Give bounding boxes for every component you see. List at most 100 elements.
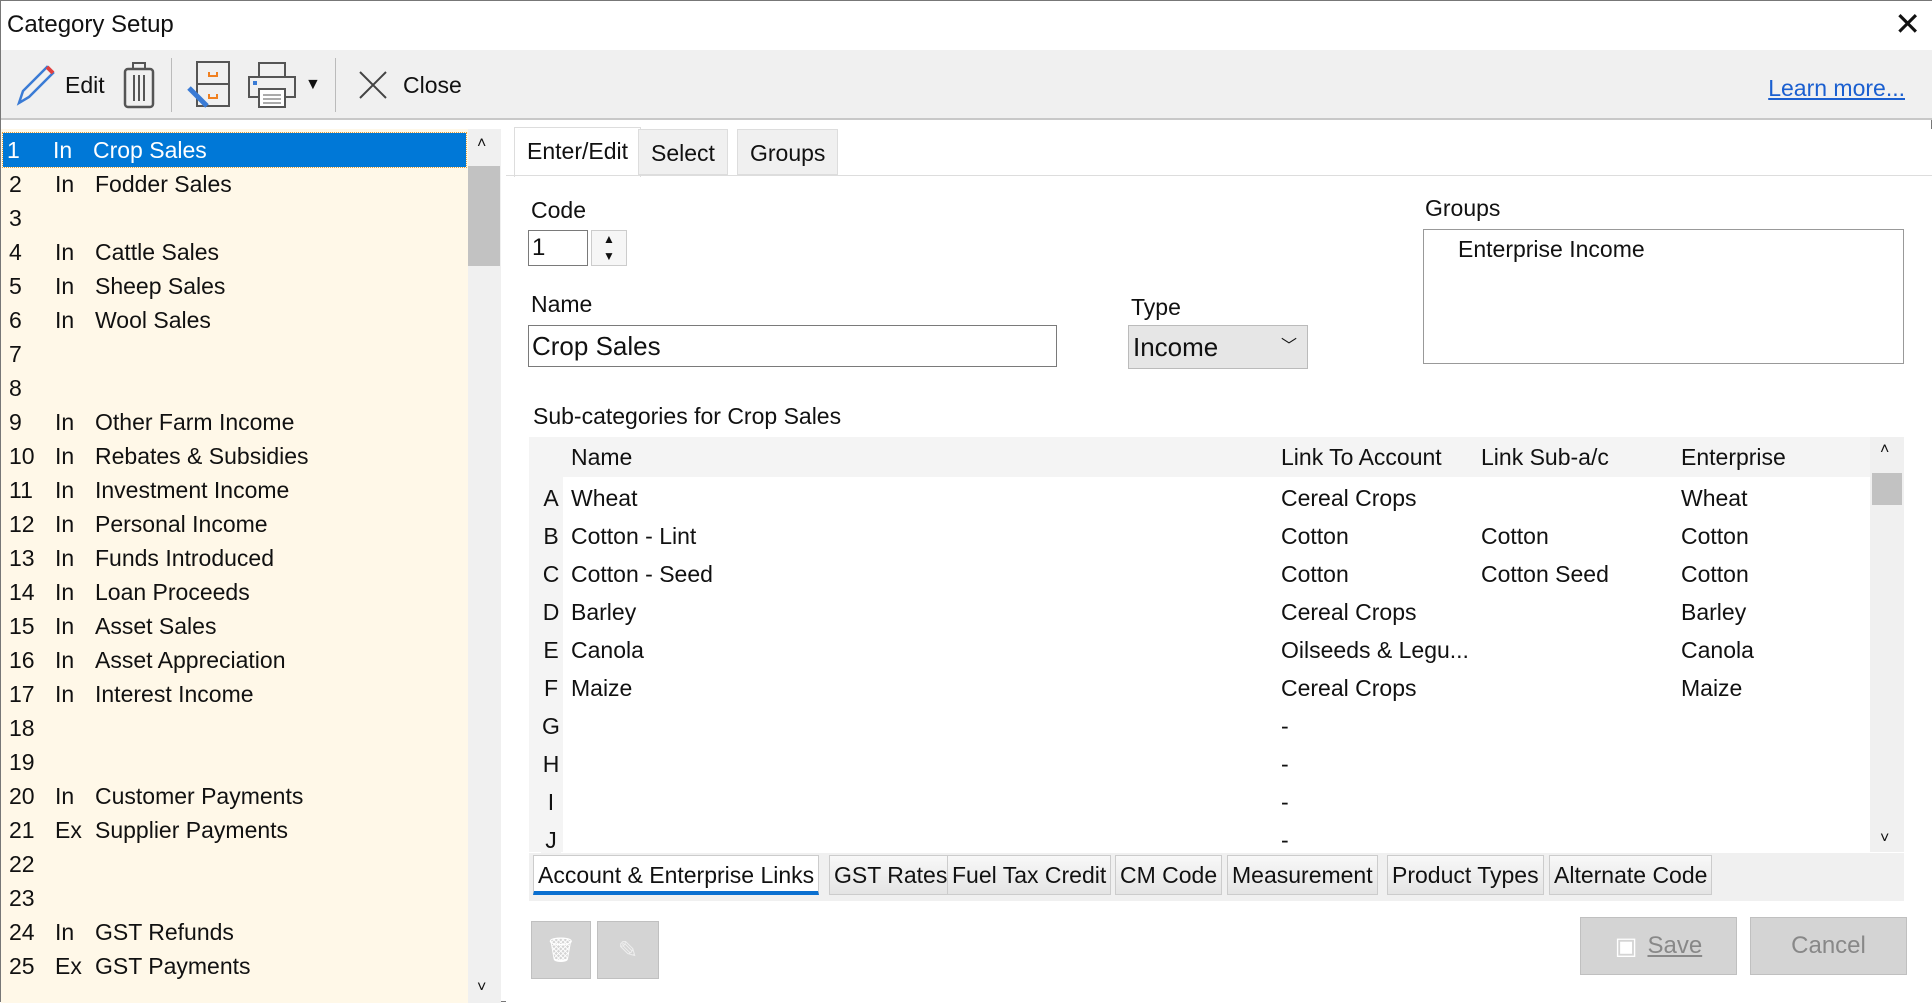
header-name[interactable]: Name — [571, 444, 632, 471]
save-button[interactable]: ▣ Save — [1580, 917, 1737, 975]
tab-select[interactable]: Select — [638, 129, 728, 175]
category-row[interactable]: 23 — [5, 881, 465, 915]
category-row[interactable]: 11 In Investment Income — [5, 473, 465, 507]
category-type: In — [55, 579, 75, 605]
grid-row[interactable]: E Canola Oilseeds & Legu... Canola — [529, 631, 1870, 669]
groups-list[interactable]: Enterprise Income — [1423, 229, 1904, 364]
category-type: In — [55, 239, 75, 265]
category-row[interactable]: 16 In Asset Appreciation — [5, 643, 465, 677]
category-code: 12 — [9, 511, 35, 537]
category-code: 17 — [9, 681, 35, 707]
print-dropdown-icon[interactable]: ▼ — [305, 76, 321, 94]
link-sub: Cotton — [1481, 523, 1549, 549]
category-row[interactable]: 12 In Personal Income — [5, 507, 465, 541]
category-row[interactable]: 5 In Sheep Sales — [5, 269, 465, 303]
learn-more-link[interactable]: Learn more... — [1768, 75, 1905, 102]
tab-groups[interactable]: Groups — [737, 129, 839, 175]
type-select[interactable]: Income ﹀ — [1128, 325, 1308, 369]
edit-button[interactable]: Edit — [13, 50, 105, 120]
category-row[interactable]: 21 Ex Supplier Payments — [5, 813, 465, 847]
sub-name: Canola — [571, 637, 644, 663]
category-row[interactable]: 2 In Fodder Sales — [5, 167, 465, 201]
tab-product-types[interactable]: Product Types — [1387, 855, 1544, 895]
sub-name: Cotton - Lint — [571, 523, 697, 549]
category-row[interactable]: 10 In Rebates & Subsidies — [5, 439, 465, 473]
stepper-down-icon[interactable]: ▼ — [592, 248, 626, 265]
row-letter: C — [541, 555, 561, 593]
grid-row[interactable]: G- — [529, 707, 1870, 745]
header-link-account[interactable]: Link To Account — [1281, 444, 1442, 471]
row-letter: A — [541, 479, 561, 517]
grid-scroll-thumb[interactable] — [1872, 473, 1902, 505]
category-name: Asset Sales — [95, 613, 217, 639]
category-code: 10 — [9, 443, 35, 469]
category-row[interactable]: 8 — [5, 371, 465, 405]
tab-measurement[interactable]: Measurement — [1227, 855, 1378, 895]
edit-row-button[interactable]: ✎ — [597, 921, 659, 979]
category-row[interactable]: 4 In Cattle Sales — [5, 235, 465, 269]
grid-row[interactable]: A Wheat Cereal Crops Wheat — [529, 479, 1870, 517]
trash-icon — [123, 62, 155, 109]
pencil-icon — [16, 65, 55, 106]
category-row[interactable]: 3 — [5, 201, 465, 235]
filing-button[interactable] — [187, 50, 233, 120]
category-row[interactable]: 6 In Wool Sales — [5, 303, 465, 337]
tab-alternate-code[interactable]: Alternate Code — [1549, 855, 1713, 895]
category-row[interactable]: 14 In Loan Proceeds — [5, 575, 465, 609]
grid-row[interactable]: D Barley Cereal Crops Barley — [529, 593, 1870, 631]
category-name: Cattle Sales — [95, 239, 220, 265]
grid-row[interactable]: C Cotton - Seed Cotton Cotton Seed Cotton — [529, 555, 1870, 593]
cancel-button[interactable]: Cancel — [1750, 917, 1907, 975]
grid-row[interactable]: B Cotton - Lint Cotton Cotton Cotton — [529, 517, 1870, 555]
tab-gst-rates[interactable]: GST Rates — [829, 855, 953, 895]
scroll-up-icon[interactable]: ˄ — [1880, 441, 1889, 459]
tab-account-enterprise-links[interactable]: Account & Enterprise Links — [533, 855, 820, 895]
stepper-up-icon[interactable]: ▲ — [592, 231, 626, 248]
scroll-up-icon[interactable]: ˄ — [477, 135, 486, 153]
category-row[interactable]: 9 In Other Farm Income — [5, 405, 465, 439]
subcategory-grid[interactable]: Name Link To Account Link Sub-a/c Enterp… — [529, 437, 1904, 859]
tab-cm-code[interactable]: CM Code — [1115, 855, 1223, 895]
sub-name: Wheat — [571, 485, 638, 511]
tab-enter-edit[interactable]: Enter/Edit — [514, 127, 641, 177]
header-link-sub[interactable]: Link Sub-a/c — [1481, 444, 1609, 471]
category-row[interactable]: 15 In Asset Sales — [5, 609, 465, 643]
delete-row-button[interactable]: 🗑 — [531, 921, 591, 979]
header-enterprise[interactable]: Enterprise — [1681, 444, 1786, 471]
group-item[interactable]: Enterprise Income — [1458, 236, 1645, 263]
category-row[interactable]: 7 — [5, 337, 465, 371]
category-code: 5 — [9, 273, 22, 299]
category-row[interactable]: 22 — [5, 847, 465, 881]
close-icon[interactable]: ✕ — [1894, 7, 1921, 41]
scroll-down-icon[interactable]: ˅ — [477, 979, 486, 997]
category-type: In — [55, 681, 75, 707]
tab-fuel-tax-credit[interactable]: Fuel Tax Credit — [947, 855, 1112, 895]
trash-icon: 🗑 — [545, 936, 577, 964]
scroll-down-icon[interactable]: ˅ — [1880, 830, 1889, 848]
category-row[interactable]: 25 Ex GST Payments — [5, 949, 465, 983]
category-row[interactable]: 18 — [5, 711, 465, 745]
link-account: - — [1281, 751, 1289, 777]
close-button[interactable]: Close — [357, 50, 462, 120]
category-list[interactable]: 1 In Crop Sales 2 In Fodder Sales 3 4 In Cattle S… — [1, 129, 501, 1003]
grid-row[interactable]: I- — [529, 783, 1870, 821]
print-button[interactable]: ▼ — [247, 50, 321, 120]
category-row[interactable]: 24 In GST Refunds — [5, 915, 465, 949]
grid-row[interactable]: H- — [529, 745, 1870, 783]
category-row[interactable]: 1 In Crop Sales — [2, 132, 467, 168]
category-code: 8 — [9, 375, 22, 401]
name-input[interactable]: Crop Sales — [528, 325, 1057, 367]
grid-row[interactable]: F Maize Cereal Crops Maize — [529, 669, 1870, 707]
link-account: Cotton — [1281, 523, 1349, 549]
code-stepper[interactable]: ▲ ▼ — [591, 230, 627, 266]
list-scroll-thumb[interactable] — [468, 166, 500, 266]
code-input[interactable]: 1 — [528, 230, 588, 266]
category-row[interactable]: 20 In Customer Payments — [5, 779, 465, 813]
category-row[interactable]: 19 — [5, 745, 465, 779]
link-account: Cereal Crops — [1281, 675, 1417, 701]
link-account: - — [1281, 789, 1289, 815]
category-row[interactable]: 17 In Interest Income — [5, 677, 465, 711]
subcategories-label: Sub-categories for Crop Sales — [533, 403, 842, 429]
delete-button[interactable] — [121, 50, 157, 120]
category-row[interactable]: 13 In Funds Introduced — [5, 541, 465, 575]
